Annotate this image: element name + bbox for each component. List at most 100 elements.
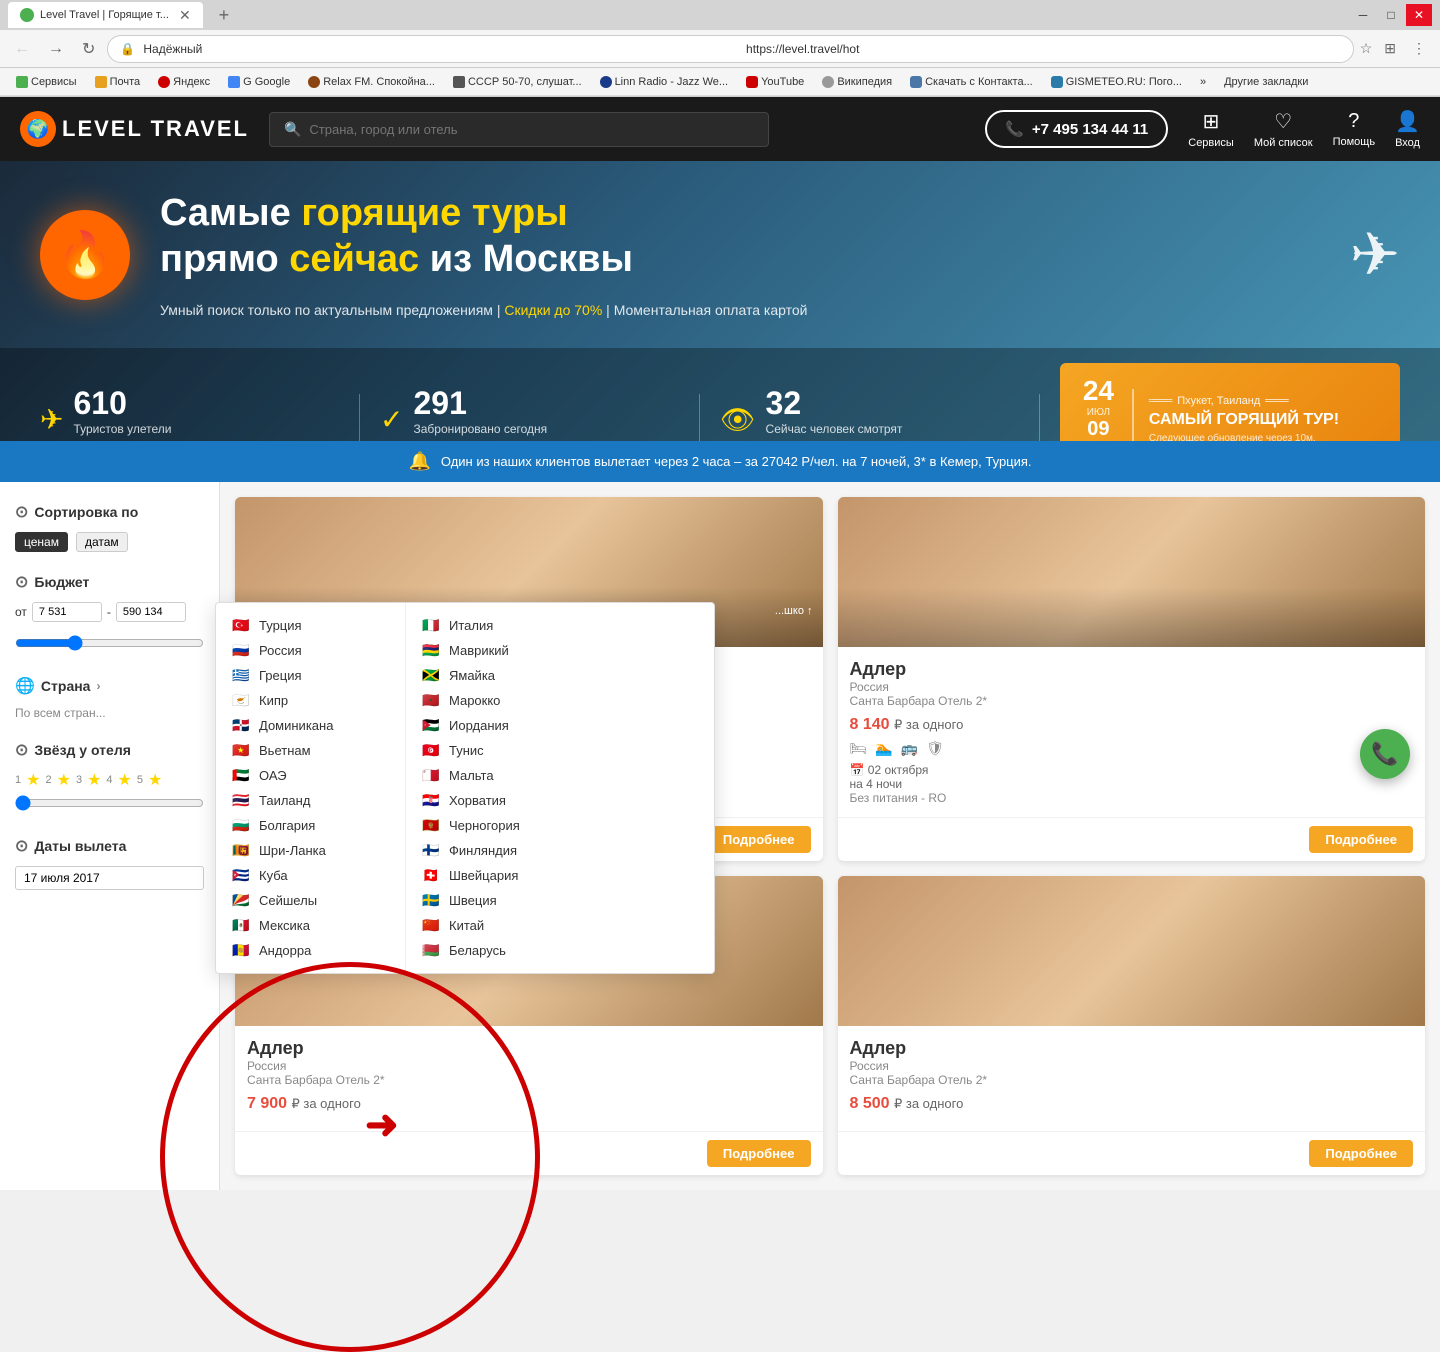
star-4[interactable]: ★ (118, 770, 132, 790)
bookmark-favicon (910, 76, 922, 88)
date-input[interactable] (15, 866, 204, 890)
flag-montenegro: 🇲🇪 (421, 819, 441, 833)
bookmark-relax[interactable]: Relax FM. Спокойна... (300, 74, 443, 90)
star-5[interactable]: ★ (148, 770, 162, 790)
floating-call-button[interactable]: 📞 (1360, 729, 1410, 779)
country-sweden[interactable]: 🇸🇪 Швеция (421, 888, 581, 913)
site-search-box[interactable]: 🔍 (269, 112, 769, 147)
bookmark-gismeteo[interactable]: GISMETEO.RU: Пого... (1043, 74, 1190, 90)
calendar-icon: ⊙ (15, 836, 28, 856)
details-button-4[interactable]: Подробнее (1309, 1140, 1413, 1167)
bookmark-favicon (1051, 76, 1063, 88)
nav-help[interactable]: ? Помощь (1333, 110, 1376, 148)
country-cyprus[interactable]: 🇨🇾 Кипр (231, 688, 390, 713)
bookmark-sssr[interactable]: СССР 50-70, слушат... (445, 74, 590, 90)
menu-button[interactable]: ⋮ (1406, 37, 1432, 60)
nav-services-label: Сервисы (1188, 137, 1234, 149)
other-bookmarks[interactable]: Другие закладки (1216, 74, 1316, 90)
bookmark-label: Сервисы (31, 76, 77, 88)
bookmark-star-button[interactable]: ☆ (1360, 40, 1373, 57)
details-button-3[interactable]: Подробнее (707, 1140, 811, 1167)
bookmark-vk[interactable]: Скачать с Контакта... (902, 74, 1041, 90)
country-srilanka[interactable]: 🇱🇰 Шри-Ланка (231, 838, 390, 863)
details-button-1[interactable]: Подробнее (707, 826, 811, 853)
country-thailand[interactable]: 🇹🇭 Таиланд (231, 788, 390, 813)
new-tab-button[interactable]: + (211, 5, 238, 26)
bookmark-pochta[interactable]: Почта (87, 74, 149, 90)
tab-close-button[interactable]: ✕ (179, 7, 191, 24)
country-morocco[interactable]: 🇲🇦 Марокко (421, 688, 581, 713)
country-finland[interactable]: 🇫🇮 Финляндия (421, 838, 581, 863)
sort-by-date-button[interactable]: датам (76, 532, 128, 552)
site-logo[interactable]: 🌍 LEVEL TRAVEL (20, 111, 249, 147)
country-switzerland[interactable]: 🇨🇭 Швейцария (421, 863, 581, 888)
star-num-1: 1 (15, 774, 21, 786)
bookmark-linn[interactable]: Linn Radio - Jazz We... (592, 74, 737, 90)
bookmark-google[interactable]: G Google (220, 74, 298, 90)
country-jamaica[interactable]: 🇯🇲 Ямайка (421, 663, 581, 688)
nav-services[interactable]: ⊞ Сервисы (1188, 109, 1234, 149)
eye-stat-icon: 👁 (720, 403, 756, 436)
forward-button[interactable]: → (42, 38, 70, 60)
price-range-slider[interactable] (15, 635, 204, 651)
extensions-button[interactable]: ⊞ (1378, 37, 1402, 60)
bookmark-servisy[interactable]: Сервисы (8, 74, 85, 90)
country-malta[interactable]: 🇲🇹 Мальта (421, 763, 581, 788)
country-jordan[interactable]: 🇯🇴 Иордания (421, 713, 581, 738)
nav-mylist[interactable]: ♡ Мой список (1254, 109, 1313, 149)
details-button-2[interactable]: Подробнее (1309, 826, 1413, 853)
country-cuba[interactable]: 🇨🇺 Куба (231, 863, 390, 888)
sort-by-price-button[interactable]: ценам (15, 532, 68, 552)
hot-tour-update: Следующее обновление через 10м. (1149, 433, 1380, 441)
star-3[interactable]: ★ (87, 770, 101, 790)
close-button[interactable]: ✕ (1406, 4, 1432, 26)
country-vietnam[interactable]: 🇻🇳 Вьетнам (231, 738, 390, 763)
browser-tab[interactable]: Level Travel | Горящие т... ✕ (8, 2, 203, 28)
bookmark-label: Яндекс (173, 76, 210, 88)
hero-content: 🔥 Самые горящие туры прямо сейчас из Мос… (0, 161, 1440, 348)
country-turkey[interactable]: 🇹🇷 Турция (231, 613, 390, 638)
country-mauritius[interactable]: 🇲🇺 Маврикий (421, 638, 581, 663)
budget-from-input[interactable] (32, 602, 102, 622)
sort-label: Сортировка по (34, 504, 138, 520)
refresh-button[interactable]: ↻ (76, 37, 101, 61)
star-1[interactable]: ★ (26, 770, 40, 790)
sidebar: ⊙ Сортировка по ценам датам ⊙ Бюджет от … (0, 482, 220, 1190)
phone-button[interactable]: 📞 +7 495 134 44 11 (985, 110, 1168, 148)
nav-login[interactable]: 👤 Вход (1395, 109, 1420, 149)
search-input[interactable] (309, 122, 754, 137)
country-seychelles[interactable]: 🇸🇨 Сейшелы (231, 888, 390, 913)
country-italy[interactable]: 🇮🇹 Италия (421, 613, 581, 638)
hot-tour-box: 24 июл 09 Месяц 2017 ═══ Пхукет, Таиланд… (1060, 363, 1400, 441)
country-montenegro[interactable]: 🇲🇪 Черногория (421, 813, 581, 838)
card-country-4: Россия (850, 1059, 1414, 1073)
budget-title: ⊙ Бюджет (15, 572, 204, 592)
country-bulgaria[interactable]: 🇧🇬 Болгария (231, 813, 390, 838)
address-bar[interactable]: 🔒 Надёжный https://level.travel/hot (107, 35, 1353, 63)
back-button[interactable]: ← (8, 38, 36, 60)
maximize-button[interactable]: □ (1378, 4, 1404, 26)
more-bookmarks[interactable]: » (1192, 74, 1214, 90)
flag-italy: 🇮🇹 (421, 619, 441, 633)
country-andorra[interactable]: 🇦🇩 Андорра (231, 938, 390, 963)
minimize-button[interactable]: ─ (1350, 4, 1376, 26)
sidebar-stars-section: ⊙ Звёзд у отеля 1 ★ 2 ★ 3 ★ 4 ★ 5 ★ (15, 740, 204, 816)
country-russia[interactable]: 🇷🇺 Россия (231, 638, 390, 663)
user-icon: 👤 (1395, 109, 1420, 134)
country-mexico[interactable]: 🇲🇽 Мексика (231, 913, 390, 938)
country-dominicana[interactable]: 🇩🇴 Доминикана (231, 713, 390, 738)
card-body-3: Адлер Россия Санта Барбара Отель 2* 7 90… (235, 1026, 823, 1131)
stars-range-slider[interactable] (15, 795, 204, 811)
bookmark-youtube[interactable]: YouTube (738, 74, 812, 90)
country-greece[interactable]: 🇬🇷 Греция (231, 663, 390, 688)
country-belarus[interactable]: 🇧🇾 Беларусь (421, 938, 581, 963)
flag-dominicana: 🇩🇴 (231, 719, 251, 733)
country-croatia[interactable]: 🇭🇷 Хорватия (421, 788, 581, 813)
budget-to-input[interactable] (116, 602, 186, 622)
star-2[interactable]: ★ (57, 770, 71, 790)
country-tunisia[interactable]: 🇹🇳 Тунис (421, 738, 581, 763)
country-china[interactable]: 🇨🇳 Китай (421, 913, 581, 938)
country-uae[interactable]: 🇦🇪 ОАЭ (231, 763, 390, 788)
bookmark-wikipedia[interactable]: Википедия (814, 74, 900, 90)
bookmark-yandex[interactable]: Яндекс (150, 74, 218, 90)
